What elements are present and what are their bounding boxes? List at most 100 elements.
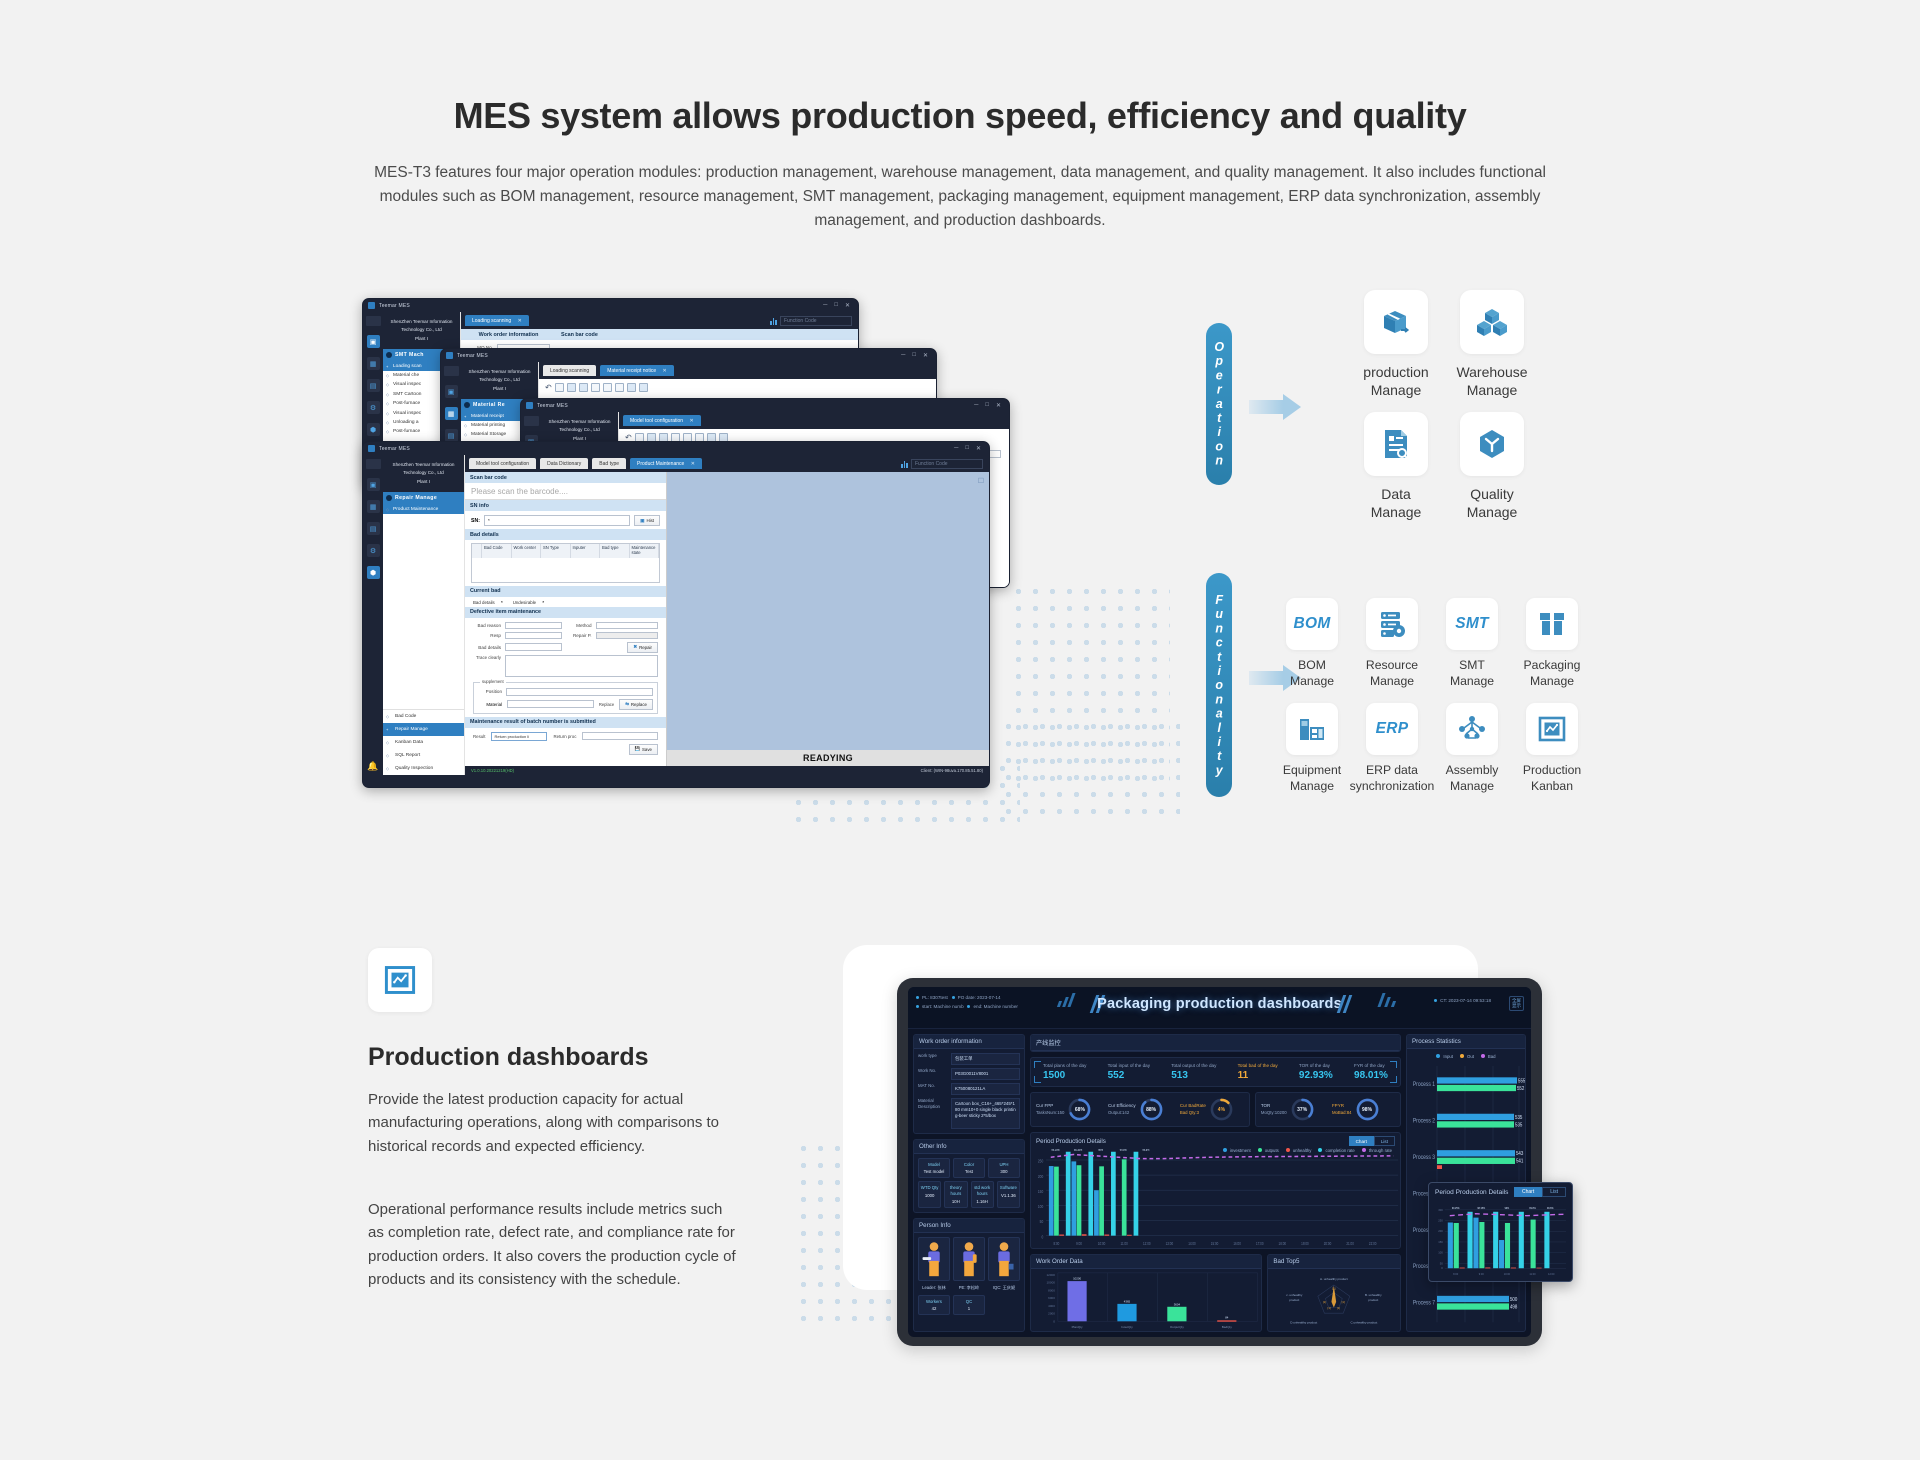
replace-button[interactable]: ⇆ Replace [619,698,653,710]
close-icon[interactable]: ✕ [923,352,928,359]
tab-data-dictionary[interactable]: Data Dictionary [540,458,589,469]
notification-bell-icon[interactable]: 🔔 [367,761,378,775]
module-equipment-manage[interactable]: Equipment Manage [1272,703,1352,808]
export-icon[interactable] [626,383,636,392]
toggle-chart[interactable]: Chart [1348,1136,1374,1146]
module-resource-manage[interactable]: Resource Manage [1352,598,1432,703]
barcode-input[interactable]: Please scan the barcode.... [465,484,666,500]
resp-select[interactable] [505,631,562,640]
module-smt-manage[interactable]: SMT SMT Manage [1432,598,1512,703]
tab-bad-type[interactable]: Bad type [592,458,627,469]
repair-button[interactable]: ✖ Repair [627,641,658,653]
quality-rail-icon[interactable]: ⬢ [366,423,380,436]
nav-item-sql-report[interactable]: SQL Report [383,749,464,762]
nav-item-kanban-data[interactable]: Kanban Data [383,736,464,749]
minimize-icon[interactable]: ─ [901,352,905,359]
close-icon[interactable]: ✕ [996,402,1001,409]
module-erp-data-synchronization[interactable]: ERP ERP data synchronization [1350,703,1434,808]
sn-input[interactable]: * [483,515,631,526]
maximize-icon[interactable]: □ [912,352,916,359]
method-select[interactable] [595,621,658,630]
save-button[interactable]: 💾 Save [628,743,658,755]
toolbar[interactable]: ↶ [539,379,936,396]
minimize-icon[interactable]: ─ [823,302,827,309]
tab-close-icon[interactable]: ✕ [663,368,667,374]
nav-header[interactable]: Repair Manage [383,492,464,505]
tab-product-maintenance[interactable]: Product Maintenance ✕ [630,458,702,469]
maximize-icon[interactable]: □ [834,302,838,309]
window-controls[interactable]: ─ □ ✕ [823,302,853,309]
close-icon[interactable]: ✕ [976,445,981,452]
module-quality-manage[interactable]: Quality Manage [1444,412,1540,534]
settings-rail-icon[interactable]: ⚙ [366,401,380,414]
maximize-icon[interactable]: □ [965,445,969,452]
nav-item-bad-code[interactable]: Bad Code [383,709,464,723]
window-controls[interactable]: ─ □ ✕ [974,402,1004,409]
tab-close-icon[interactable]: ✕ [689,418,693,424]
production-rail-icon[interactable]: ▣ [444,385,458,398]
module-packaging-manage[interactable]: Packaging Manage [1512,598,1592,703]
tab-material-receipt[interactable]: Material receipt notice ✕ [600,365,674,376]
module-data-manage[interactable]: Data Manage [1348,412,1444,534]
result-select[interactable]: Return production li [491,731,548,741]
tab-close-icon[interactable]: ✕ [518,318,522,324]
print-icon[interactable] [614,383,624,392]
inset-toggle-chart[interactable]: Chart [1513,1187,1543,1197]
module-bom-manage[interactable]: BOM BOM Manage [1272,598,1352,703]
toggle-list[interactable]: List [1373,1136,1395,1146]
copy-icon[interactable] [602,383,612,392]
new-icon[interactable] [554,383,564,392]
tab-model-tool-configuration[interactable]: Model tool configuration ✕ [623,415,701,426]
tab-model-tool-configuration[interactable]: Model tool configuration [469,458,537,469]
warehouse-rail-icon[interactable]: ▦ [366,500,380,513]
fullscreen-button[interactable]: 全屏 显示 [1509,996,1524,1011]
material-input[interactable] [507,700,594,708]
hist-button[interactable]: ▣ Hist [634,515,660,526]
bad-details-table[interactable]: Bad Code Work center SN Type Inputer Bad… [471,543,660,583]
nav-item-quality-inspection[interactable]: Quality Inspection [383,762,464,775]
function-code-input[interactable]: Function Code [911,458,983,469]
module-production-kanban[interactable]: Production Kanban [1512,703,1592,808]
period-details-inset-panel[interactable]: Period Production Details Chart List 050… [1428,1182,1573,1282]
production-rail-icon[interactable]: ▣ [366,335,380,348]
tab-loading-scanning[interactable]: Loading scanning [543,365,597,376]
repair-p-select[interactable] [595,631,658,640]
tab-close-icon[interactable]: ✕ [691,461,695,467]
module-production-manage[interactable]: production Manage [1348,290,1444,412]
function-code-input[interactable]: Function Code [780,315,852,326]
chart-view-toggle[interactable]: Chart List [1348,1136,1395,1146]
delete-icon[interactable] [590,383,600,392]
bad-details-select[interactable] [505,643,562,651]
icon-rail[interactable]: ▣ ▦ ▤ ⚙ ⬢ 🔔 [363,455,383,775]
data-rail-icon[interactable]: ▤ [366,379,380,392]
mes-window-product-maintenance[interactable]: Teemar MES ─ □ ✕ ▣ ▦ ▤ ⚙ ⬢ 🔔 ShenZhen Te… [362,441,990,788]
module-warehouse-manage[interactable]: Warehouse Manage [1444,290,1540,412]
inset-view-toggle[interactable]: Chart List [1513,1187,1566,1197]
warehouse-rail-icon[interactable]: ▦ [444,407,458,420]
quality-rail-icon[interactable]: ⬢ [366,566,380,579]
settings-rail-icon[interactable]: ⚙ [366,544,380,557]
expand-icon[interactable]: ☐ [978,477,984,485]
position-input[interactable] [506,688,653,696]
window-controls[interactable]: ─ □ ✕ [954,445,984,452]
trace-textarea[interactable] [505,655,658,678]
edit-icon[interactable] [566,383,576,392]
module-assembly-manage[interactable]: Assembly Manage [1432,703,1512,808]
nav-item-product-maintenance[interactable]: Product Maintenance [383,504,464,514]
bad-reason-select[interactable] [505,621,562,630]
nav-item-repair-manage[interactable]: Repair Manage [383,723,464,736]
data-rail-icon[interactable]: ▤ [366,522,380,535]
close-icon[interactable]: ✕ [845,302,850,309]
preview-canvas[interactable]: ☐ [667,472,989,750]
warehouse-rail-icon[interactable]: ▦ [366,357,380,370]
save-icon[interactable] [578,383,588,392]
maximize-icon[interactable]: □ [985,402,989,409]
minimize-icon[interactable]: ─ [974,402,978,409]
return-proc-select[interactable] [582,732,658,740]
inset-toggle-list[interactable]: List [1542,1187,1566,1197]
import-icon[interactable] [638,383,648,392]
undo-icon[interactable]: ↶ [545,383,552,392]
minimize-icon[interactable]: ─ [954,445,958,452]
tab-loading-scanning[interactable]: Loading scanning ✕ [465,315,529,326]
window-controls[interactable]: ─ □ ✕ [901,352,931,359]
